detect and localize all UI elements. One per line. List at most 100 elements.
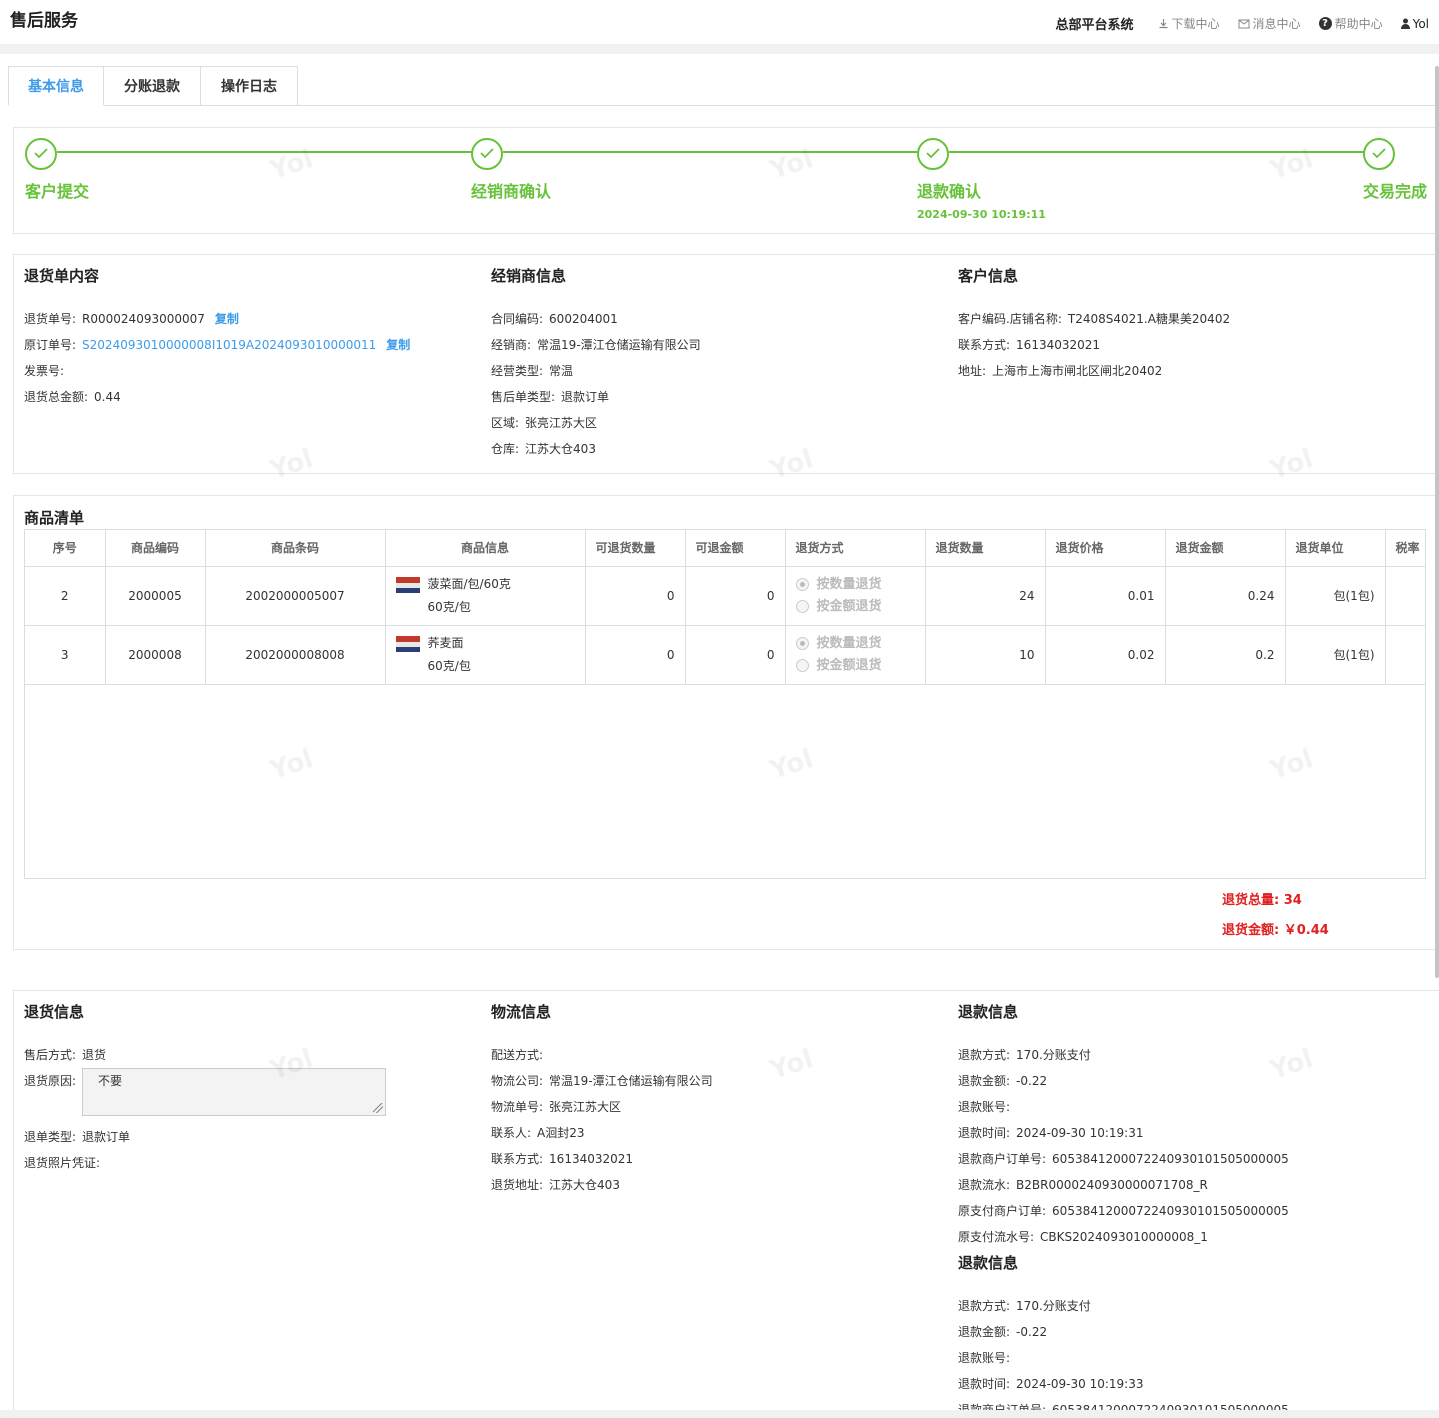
product-info: 菠菜面/包/60克 60克/包 — [385, 566, 586, 626]
section-title: 客户信息 — [958, 267, 1019, 285]
table-header: 序号 商品编码 商品条码 商品信息 可退货数量 可退金额 退货方式 退货数量 退… — [25, 530, 1425, 567]
kv-row: 原支付商户订单: 6053841200072240930101505000005 — [958, 1204, 1289, 1218]
col-header: 可退货数量 — [585, 530, 686, 567]
copy-orig-no-button[interactable]: 复制 — [386, 338, 410, 352]
section-title: 退款信息 — [958, 1254, 1019, 1272]
kv-row: 区域: 张亮江苏大区 — [491, 416, 598, 430]
check-icon — [471, 138, 503, 170]
help-center-link[interactable]: ? 帮助中心 — [1318, 15, 1383, 32]
tab-split-refund[interactable]: 分账退款 — [104, 66, 201, 106]
kv-row: 退款金额: -0.22 — [958, 1325, 1048, 1339]
copy-return-no-button[interactable]: 复制 — [215, 312, 239, 326]
orig-order-link[interactable]: S2024093010000008I1019A2024093010000011 — [82, 338, 376, 352]
section-title: 退款信息 — [958, 1003, 1019, 1021]
kv-row: 联系人: A洄封23 — [491, 1126, 585, 1140]
kv-row: 经销商: 常温19-潭江仓储运输有限公司 — [491, 338, 701, 352]
section-title: 物流信息 — [491, 1003, 552, 1021]
resize-handle-icon[interactable] — [373, 1103, 384, 1113]
kv-row: 原支付流水号: CBKS2024093010000008_1 — [958, 1230, 1208, 1244]
kv-row: 仓库: 江苏大仓403 — [491, 442, 596, 456]
step-dealer-confirm: 经销商确认 — [471, 138, 551, 202]
product-name: 荞麦面 — [427, 635, 464, 650]
kv-row: 合同编码: 600204001 — [491, 312, 618, 326]
invoice-row: 发票号: — [24, 364, 65, 378]
check-icon — [1363, 138, 1395, 170]
message-center-link[interactable]: 消息中心 — [1238, 15, 1301, 32]
product-name: 菠菜面/包/60克 — [427, 576, 511, 591]
dealer-panel: 经销商信息 合同编码: 600204001 经销商: 常温19-潭江仓储运输有限公司… — [491, 265, 941, 462]
step-label: 客户提交 — [25, 182, 90, 201]
kv-row: 退货照片凭证: — [24, 1156, 101, 1170]
radio-dot — [795, 578, 809, 591]
kv-row: 联系方式: 16134032021 — [491, 1152, 634, 1166]
step-connector — [503, 151, 919, 153]
help-center-label: 帮助中心 — [1334, 17, 1383, 31]
kv-row: 物流公司: 常温19-潭江仓储运输有限公司 — [491, 1074, 713, 1088]
kv-row: 退款时间: 2024-09-30 10:19:33 — [958, 1377, 1144, 1391]
tab-basic-info[interactable]: 基本信息 — [8, 66, 104, 106]
return-no-row: 退货单号: R000024093000007 复制 — [24, 312, 239, 326]
orig-no-row: 原订单号: S2024093010000008I1019A202409301000… — [24, 338, 411, 352]
kv-row: 售后单类型: 退款订单 — [491, 390, 610, 404]
user-icon — [1400, 18, 1410, 29]
reason-row: 退货原因: 不要 — [24, 1068, 474, 1124]
return-logistics-refund-section: 退货信息 售后方式: 退货 退货原因: 不要 退单类型: 退款订单 退货照片凭证: 物… — [13, 990, 1439, 1418]
goods-table: 序号 商品编码 商品条码 商品信息 可退货数量 可退金额 退货方式 退货数量 退… — [24, 529, 1426, 879]
col-header: 序号 — [25, 530, 106, 567]
kv-row: 配送方式: — [491, 1048, 544, 1062]
step-time: 2024-09-30 10:19:11 — [917, 208, 1046, 221]
download-center-link[interactable]: 下载中心 — [1158, 15, 1220, 32]
order-info-section: 退货单内容 退货单号: R000024093000007 复制 原订单号: S2024… — [13, 254, 1439, 474]
step-label: 交易完成 — [1363, 182, 1428, 201]
goods-section: 商品清单 序号 商品编码 商品条码 商品信息 可退货数量 可退金额 退货方式 退… — [13, 495, 1439, 950]
total-quantity: 退货总量: 34 — [1222, 893, 1302, 908]
kv-row: 地址: 上海市上海市闸北区闸北20402 — [958, 364, 1163, 378]
step-connector — [57, 151, 473, 153]
user-menu[interactable]: Yol — [1400, 16, 1429, 31]
progress-steps: 客户提交 经销商确认 退款确认 2024-09-30 10:19:11 交易完成 — [13, 127, 1439, 234]
kv-row: 退款账号: — [958, 1351, 1011, 1365]
kv-row: 退款方式: 170.分账支付 — [958, 1299, 1091, 1313]
kv-row: 经营类型: 常温 — [491, 364, 574, 378]
tab-bar: 基本信息 分账退款 操作日志 — [8, 66, 1439, 106]
radio-by-quantity[interactable]: 按数量退货 — [795, 574, 925, 596]
kv-row: 售后方式: 退货 — [24, 1048, 107, 1062]
product-image — [395, 576, 420, 593]
reason-textarea[interactable]: 不要 — [82, 1068, 387, 1116]
radio-dot — [795, 600, 809, 613]
col-header: 退货方式 — [785, 530, 926, 567]
question-icon: ? — [1318, 17, 1332, 30]
table-row: 2 2000005 2002000005007 菠菜面/包/60克 60克/包 … — [25, 566, 1425, 626]
step-complete: 交易完成 — [1363, 138, 1427, 202]
kv-row: 退款账号: — [958, 1100, 1011, 1114]
user-name: Yol — [1412, 16, 1429, 31]
col-header: 退货价格 — [1045, 530, 1166, 567]
vertical-scrollbar[interactable] — [1435, 66, 1439, 978]
col-header: 商品条码 — [205, 530, 386, 567]
check-icon — [25, 138, 57, 170]
step-customer-submit: 客户提交 — [25, 138, 89, 202]
col-header: 退货金额 — [1165, 530, 1286, 567]
top-bar: 售后服务 总部平台系统 下载中心 消息中心 ? 帮助中心 Yol — [0, 0, 1439, 44]
logistics-panel: 物流信息 配送方式: 物流公司: 常温19-潭江仓储运输有限公司 物流单号: 张亮江… — [491, 1001, 941, 1198]
kv-row: 退货地址: 江苏大仓403 — [491, 1178, 620, 1192]
radio-dot — [795, 637, 809, 650]
download-center-label: 下载中心 — [1171, 17, 1220, 31]
download-icon — [1159, 19, 1168, 29]
col-header: 商品编码 — [105, 530, 206, 567]
col-header: 退货数量 — [925, 530, 1046, 567]
radio-by-amount[interactable]: 按金额退货 — [795, 596, 925, 618]
return-method: 按数量退货 按金额退货 — [785, 625, 926, 685]
kv-row: 退单类型: 退款订单 — [24, 1130, 131, 1144]
kv-row: 物流单号: 张亮江苏大区 — [491, 1100, 622, 1114]
footer-divider — [0, 1410, 1439, 1418]
col-header: 退货单位 — [1285, 530, 1386, 567]
tab-operation-log[interactable]: 操作日志 — [201, 66, 298, 106]
radio-by-amount[interactable]: 按金额退货 — [795, 655, 925, 677]
mail-icon — [1238, 19, 1250, 28]
kv-row: 退款方式: 170.分账支付 — [958, 1048, 1091, 1062]
kv-row: 退款时间: 2024-09-30 10:19:31 — [958, 1126, 1144, 1140]
return-info-panel: 退货信息 售后方式: 退货 退货原因: 不要 退单类型: 退款订单 退货照片凭证: — [24, 1001, 474, 1176]
col-header: 税率 — [1385, 530, 1425, 567]
radio-by-quantity[interactable]: 按数量退货 — [795, 633, 925, 655]
